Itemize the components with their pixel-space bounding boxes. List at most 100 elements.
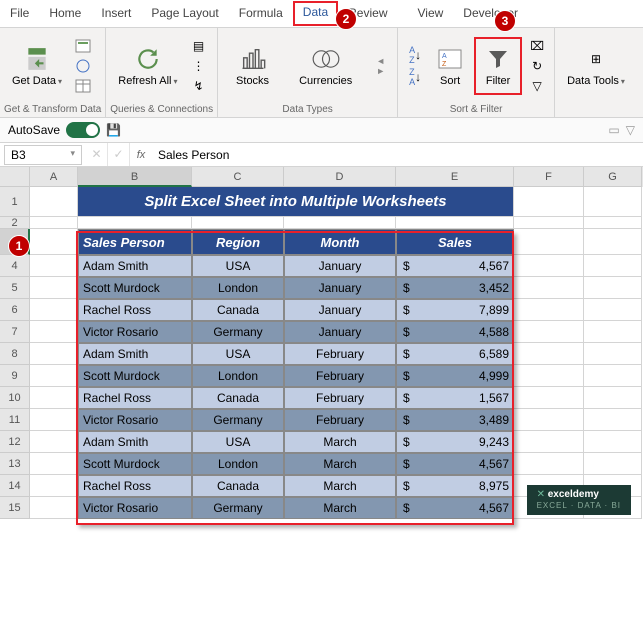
- cell-region[interactable]: London: [192, 365, 284, 387]
- cell-sales[interactable]: $4,588: [396, 321, 514, 343]
- reapply-icon[interactable]: ↻: [526, 57, 548, 75]
- cell-month[interactable]: February: [284, 409, 396, 431]
- col-header-B[interactable]: B: [78, 167, 192, 187]
- cell-month[interactable]: March: [284, 497, 396, 519]
- sort-az-button[interactable]: AZ↓: [404, 46, 426, 64]
- select-all-corner[interactable]: [0, 167, 30, 187]
- currencies-button[interactable]: Currencies: [293, 41, 358, 91]
- cell-person[interactable]: Victor Rosario: [78, 497, 192, 519]
- col-header-E[interactable]: E: [396, 167, 514, 187]
- stocks-button[interactable]: Stocks: [230, 41, 275, 91]
- cell-month[interactable]: March: [284, 475, 396, 497]
- name-box[interactable]: B3▾: [4, 145, 82, 165]
- qa-icon-1[interactable]: ▭: [608, 123, 619, 137]
- col-header-G[interactable]: G: [584, 167, 642, 187]
- col-header-D[interactable]: D: [284, 167, 396, 187]
- cell-sales[interactable]: $7,899: [396, 299, 514, 321]
- filter-button[interactable]: Filter: [478, 41, 518, 91]
- cell-month[interactable]: February: [284, 365, 396, 387]
- row-header[interactable]: 4: [0, 255, 30, 277]
- row-header[interactable]: 11: [0, 409, 30, 431]
- cell-month[interactable]: January: [284, 299, 396, 321]
- tab-view[interactable]: View: [398, 0, 454, 27]
- cell-month[interactable]: January: [284, 321, 396, 343]
- col-header-C[interactable]: C: [192, 167, 284, 187]
- cell-month[interactable]: March: [284, 453, 396, 475]
- col-header-F[interactable]: F: [514, 167, 584, 187]
- cell-region[interactable]: USA: [192, 343, 284, 365]
- cell-F1[interactable]: [514, 187, 584, 217]
- formula-input[interactable]: Sales Person: [152, 146, 643, 164]
- cell-sales[interactable]: $9,243: [396, 431, 514, 453]
- qa-icon-2[interactable]: ▽: [626, 123, 635, 137]
- cell-region[interactable]: Canada: [192, 475, 284, 497]
- cell-person[interactable]: Victor Rosario: [78, 409, 192, 431]
- row-header[interactable]: 15: [0, 497, 30, 519]
- from-table-icon[interactable]: [72, 77, 94, 95]
- autosave-toggle[interactable]: [66, 122, 100, 138]
- tab-insert[interactable]: Insert: [91, 0, 141, 27]
- cell-region[interactable]: Germany: [192, 409, 284, 431]
- edit-links-icon[interactable]: ↯: [187, 77, 209, 95]
- get-data-button[interactable]: Get Data▾: [6, 41, 68, 91]
- row-header-1[interactable]: 1: [0, 187, 30, 217]
- cell-sales[interactable]: $8,975: [396, 475, 514, 497]
- save-icon[interactable]: 💾: [106, 123, 121, 137]
- cell-region[interactable]: London: [192, 453, 284, 475]
- cell-region[interactable]: Germany: [192, 321, 284, 343]
- cell-sales[interactable]: $4,999: [396, 365, 514, 387]
- cell-sales[interactable]: $4,567: [396, 497, 514, 519]
- data-tools-button[interactable]: ⊞ Data Tools▾: [561, 41, 631, 91]
- cell-sales[interactable]: $1,567: [396, 387, 514, 409]
- row-header[interactable]: 7: [0, 321, 30, 343]
- cell-person[interactable]: Rachel Ross: [78, 387, 192, 409]
- from-web-icon[interactable]: [72, 57, 94, 75]
- tab-file[interactable]: File: [0, 0, 39, 27]
- tab-page-layout[interactable]: Page Layout: [141, 0, 228, 27]
- cell-sales[interactable]: $3,489: [396, 409, 514, 431]
- properties-icon[interactable]: ⋮: [187, 57, 209, 75]
- sort-za-button[interactable]: ZA↓: [404, 68, 426, 86]
- sort-button[interactable]: AZ Sort: [430, 41, 470, 91]
- cell-region[interactable]: Canada: [192, 387, 284, 409]
- cell-region[interactable]: Germany: [192, 497, 284, 519]
- tab-home[interactable]: Home: [39, 0, 91, 27]
- queries-icon[interactable]: ▤: [187, 37, 209, 55]
- header-person[interactable]: Sales Person: [78, 229, 192, 255]
- row-header[interactable]: 10: [0, 387, 30, 409]
- cell-sales[interactable]: $4,567: [396, 453, 514, 475]
- tab-formulas[interactable]: Formula: [229, 0, 293, 27]
- cell-region[interactable]: Canada: [192, 299, 284, 321]
- header-month[interactable]: Month: [284, 229, 396, 255]
- row-header[interactable]: 5: [0, 277, 30, 299]
- cell-month[interactable]: January: [284, 255, 396, 277]
- cell-person[interactable]: Adam Smith: [78, 431, 192, 453]
- cell-sales[interactable]: $4,567: [396, 255, 514, 277]
- accept-formula-button[interactable]: ✓: [108, 143, 130, 166]
- row-header[interactable]: 9: [0, 365, 30, 387]
- cell-person[interactable]: Adam Smith: [78, 255, 192, 277]
- row-header[interactable]: 12: [0, 431, 30, 453]
- cell-region[interactable]: London: [192, 277, 284, 299]
- from-text-icon[interactable]: [72, 37, 94, 55]
- cell-sales[interactable]: $3,452: [396, 277, 514, 299]
- clear-filter-icon[interactable]: ⌧: [526, 37, 548, 55]
- cell-sales[interactable]: $6,589: [396, 343, 514, 365]
- row-header-2[interactable]: 2: [0, 217, 30, 229]
- header-region[interactable]: Region: [192, 229, 284, 255]
- fx-button[interactable]: fx: [130, 149, 152, 161]
- cell-A1[interactable]: [30, 187, 78, 217]
- title-cell[interactable]: Split Excel Sheet into Multiple Workshee…: [78, 187, 514, 217]
- advanced-icon[interactable]: ▽: [526, 77, 548, 95]
- row-header[interactable]: 13: [0, 453, 30, 475]
- row-header[interactable]: 14: [0, 475, 30, 497]
- cell-person[interactable]: Scott Murdock: [78, 365, 192, 387]
- tab-developer[interactable]: Developer: [453, 0, 528, 27]
- cell-person[interactable]: Victor Rosario: [78, 321, 192, 343]
- cell-person[interactable]: Rachel Ross: [78, 475, 192, 497]
- cell-month[interactable]: February: [284, 387, 396, 409]
- cell-person[interactable]: Scott Murdock: [78, 453, 192, 475]
- col-header-A[interactable]: A: [30, 167, 78, 187]
- cancel-formula-button[interactable]: ✕: [86, 143, 108, 166]
- cell-month[interactable]: January: [284, 277, 396, 299]
